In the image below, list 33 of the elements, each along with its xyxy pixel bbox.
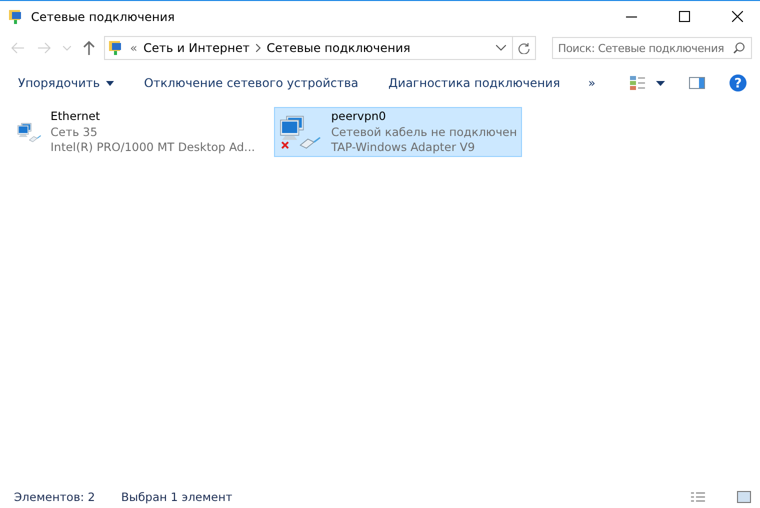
close-icon [732,11,742,22]
item-count: Элементов: 2 [14,490,96,504]
details-view-button[interactable] [688,491,708,503]
toolbar-command[interactable]: Диагностика подключения [380,73,568,93]
toolbar-command[interactable]: Упорядочить [10,73,122,93]
breadcrumb-overflow[interactable]: « [130,41,138,55]
breadcrumb[interactable]: Сеть и Интернет [143,41,250,55]
view-dropdown-button[interactable] [653,80,668,86]
search-icon [733,42,745,54]
adapter-name: TAP-Windows Adapter V9 [331,140,476,156]
caret-icon [106,80,114,86]
address-bar[interactable]: « Сеть и Интернет Сетевые подключения [104,36,536,60]
large-icons-view-button[interactable] [734,491,754,503]
connection-item[interactable]: peervpn0 Сетевой кабель не подключен TAP-Windows Adapter V9 [274,107,522,157]
adapter-name: Intel(R) PRO/1000 MT Desktop Ad... [50,140,255,156]
refresh-icon [518,42,530,54]
search-field[interactable]: Поиск: Сетевые подключения [552,37,752,60]
chevron-down-icon[interactable] [496,45,506,51]
selection-count: Выбран 1 элемент [121,490,232,504]
breadcrumb[interactable]: Сетевые подключения [266,41,410,55]
network-folder-icon [108,40,124,56]
connection-status: Сетевой кабель не подключен [331,124,517,140]
connection-name: Ethernet [50,109,102,124]
network-folder-icon [8,8,24,24]
connection-status: Сеть 35 [50,124,98,140]
chevron-right-icon [256,44,261,52]
window-title: Сетевые подключения [31,10,176,24]
more-commands-button[interactable]: » [580,73,604,93]
toolbar-command[interactable]: Отключение сетевого устройства [136,73,366,93]
connection-name: peervpn0 [331,109,387,124]
preview-pane-button[interactable] [686,77,708,89]
connection-item[interactable]: Ethernet Сеть 35 Intel(R) PRO/1000 MT Desktop Ad... [12,107,260,157]
maximize-icon [678,11,690,22]
